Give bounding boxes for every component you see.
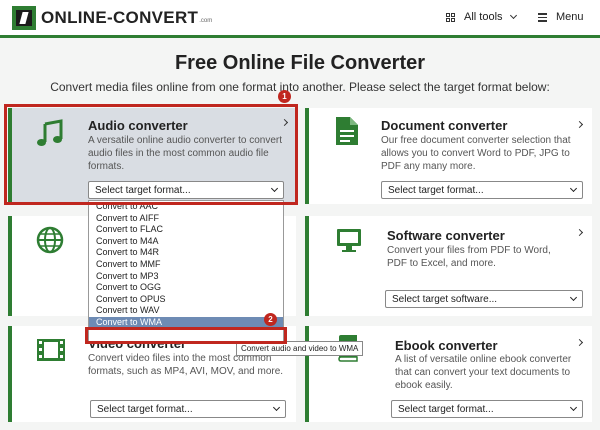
chevron-down-icon	[272, 403, 281, 412]
annotation-badge-2: 2	[264, 313, 277, 326]
all-tools-label: All tools	[464, 11, 503, 23]
ebook-card-description: A list of versatile online ebook convert…	[395, 354, 572, 391]
document-card-description: Our free document converter selection th…	[381, 135, 571, 172]
annotation-highlight-audio-card	[4, 104, 298, 205]
dropdown-option[interactable]: Convert to MP3	[89, 271, 283, 283]
software-card-title: Software converter	[387, 228, 505, 243]
dropdown-option[interactable]: Convert to WAV	[89, 305, 283, 317]
chevron-right-icon	[575, 120, 584, 129]
dropdown-option[interactable]: Convert to AIFF	[89, 213, 283, 225]
all-tools-button[interactable]: All tools	[446, 11, 517, 23]
ebook-select-value: Select target format...	[398, 404, 494, 415]
dropdown-option[interactable]: Convert to FLAC	[89, 224, 283, 236]
software-select-value: Select target software...	[392, 294, 498, 305]
page-title: Free Online File Converter	[174, 52, 426, 74]
chevron-right-icon	[575, 228, 584, 237]
software-select[interactable]: Select target software...	[385, 290, 583, 308]
monitor-icon	[335, 226, 363, 259]
logo-icon	[12, 6, 36, 30]
dropdown-option[interactable]: Convert to M4A	[89, 236, 283, 248]
site-logo[interactable]: ONLINE-CONVERT .com	[12, 6, 212, 30]
video-format-select[interactable]: Select target format...	[90, 400, 286, 418]
dropdown-option[interactable]: Convert to MMF	[89, 259, 283, 271]
chevron-right-icon	[575, 338, 584, 347]
chevron-down-icon	[569, 293, 578, 302]
audio-format-dropdown[interactable]: Convert to AAC Convert to AIFF Convert t…	[88, 200, 284, 344]
grid-icon	[446, 12, 455, 22]
menu-label: Menu	[556, 11, 584, 24]
logo-tld: .com	[199, 18, 213, 24]
video-select-value: Select target format...	[97, 404, 193, 415]
dropdown-option[interactable]: Convert to OPUS	[89, 294, 283, 306]
globe-icon	[36, 226, 64, 259]
ebook-card-title: Ebook converter	[395, 338, 498, 353]
annotation-badge-1: 1	[278, 90, 291, 103]
chevron-down-icon	[569, 403, 578, 412]
page-subtitle: Convert media files online from one form…	[50, 80, 550, 94]
document-select-value: Select target format...	[388, 185, 484, 196]
site-header: ONLINE-CONVERT .com All tools Menu	[0, 0, 600, 38]
document-icon	[335, 116, 359, 151]
hamburger-icon	[538, 11, 547, 24]
document-card-title: Document converter	[381, 118, 508, 133]
document-format-select[interactable]: Select target format...	[381, 181, 583, 199]
annotation-highlight-wma-option	[85, 327, 287, 344]
chevron-down-icon	[569, 184, 578, 193]
software-card-description: Convert your files from PDF to Word, PDF…	[387, 245, 551, 269]
dropdown-option[interactable]: Convert to OGG	[89, 282, 283, 294]
menu-button[interactable]: Menu	[538, 11, 584, 24]
logo-text: ONLINE-CONVERT	[41, 8, 199, 27]
chevron-down-icon	[509, 11, 517, 20]
film-icon	[36, 338, 66, 367]
ebook-format-select[interactable]: Select target format...	[391, 400, 583, 418]
dropdown-option[interactable]: Convert to M4R	[89, 247, 283, 259]
